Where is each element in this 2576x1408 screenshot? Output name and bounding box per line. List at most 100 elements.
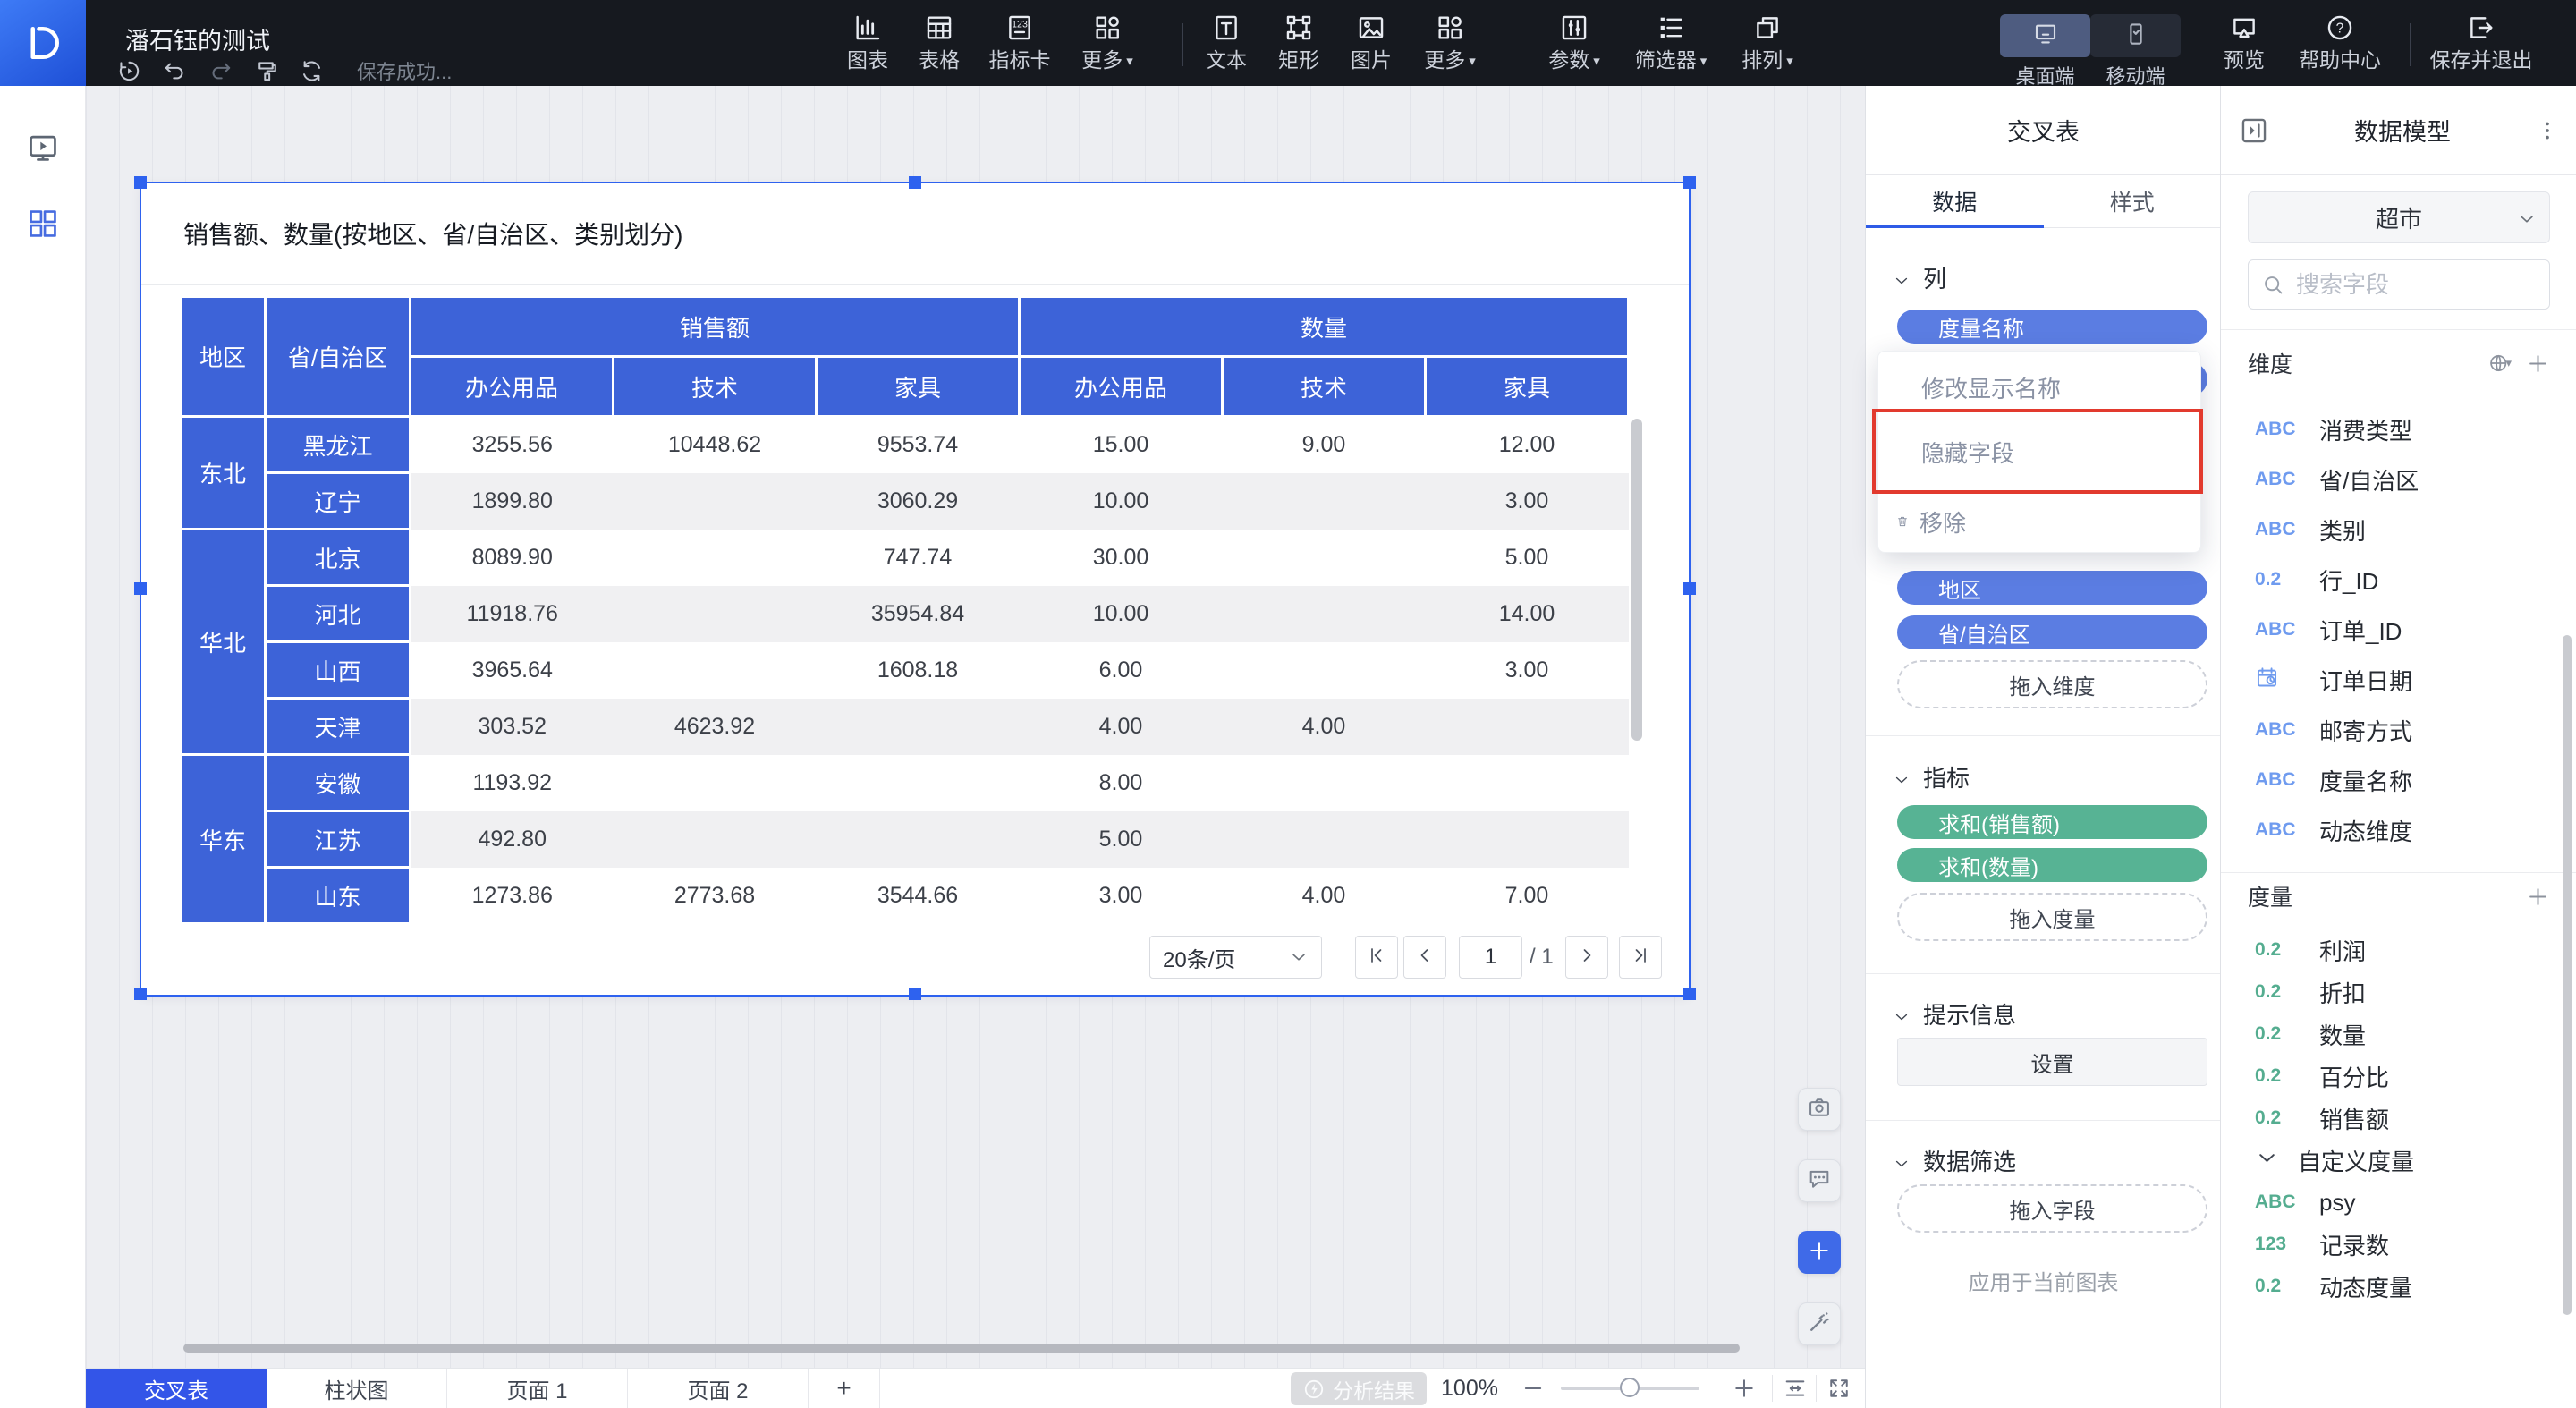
insert-table-button[interactable]: 表格: [903, 11, 975, 75]
sub-header[interactable]: 办公用品: [411, 357, 614, 417]
measure-item[interactable]: 123记录数: [2255, 1229, 2389, 1260]
province-cell[interactable]: 天津: [266, 699, 411, 755]
element-rectangle-button[interactable]: 矩形: [1262, 11, 1335, 75]
measure-item[interactable]: ABCpsy: [2255, 1187, 2355, 1217]
province-cell[interactable]: 江苏: [266, 811, 411, 868]
app-logo[interactable]: [0, 0, 86, 86]
insert-kpi-card-button[interactable]: 123指标卡: [975, 11, 1064, 75]
canvas-horizontal-scrollbar[interactable]: [183, 1344, 1740, 1353]
tab-data[interactable]: 数据: [1866, 175, 2044, 227]
save-exit-button[interactable]: 保存并退出: [2427, 11, 2536, 75]
dimension-item[interactable]: ABC度量名称: [2255, 765, 2412, 795]
table-vertical-scrollbar[interactable]: [1631, 419, 1642, 741]
pill-measure-names[interactable]: 度量名称: [1897, 310, 2207, 344]
tab-style[interactable]: 样式: [2044, 175, 2222, 227]
first-page-button[interactable]: [1355, 936, 1398, 979]
selection-handle[interactable]: [134, 176, 147, 189]
zoom-out-button[interactable]: [1521, 1376, 1546, 1401]
search-input[interactable]: [2296, 271, 2520, 299]
group-header[interactable]: 数量: [1020, 297, 1629, 357]
add-dimension-button[interactable]: [2526, 352, 2550, 376]
dimension-item[interactable]: ABC订单_ID: [2255, 615, 2402, 645]
fullscreen-button[interactable]: [1826, 1376, 1852, 1401]
pill-sum-quantity[interactable]: 求和(数量): [1897, 848, 2207, 882]
selection-handle[interactable]: [1683, 988, 1696, 1000]
control-arrange-button[interactable]: 排列▾: [1724, 11, 1810, 75]
undo-icon[interactable]: [162, 58, 188, 84]
selection-handle[interactable]: [909, 988, 921, 1000]
mobile-mode-button[interactable]: [2090, 14, 2181, 57]
insert-more-charts-button[interactable]: 更多▾: [1064, 11, 1150, 75]
control-params-button[interactable]: 参数▾: [1531, 11, 1617, 75]
desktop-mode-button[interactable]: [2000, 14, 2090, 57]
region-cell[interactable]: 东北: [181, 417, 266, 530]
format-brush-icon[interactable]: [253, 58, 279, 84]
measure-item[interactable]: 0.2折扣: [2255, 977, 2366, 1007]
dimension-item[interactable]: ABC省/自治区: [2255, 464, 2419, 495]
add-widget-button[interactable]: [1798, 1231, 1841, 1274]
drop-measure-zone[interactable]: 拖入度量: [1897, 893, 2207, 941]
sub-header[interactable]: 办公用品: [1020, 357, 1223, 417]
globe-icon[interactable]: ▾: [2487, 352, 2512, 376]
panel-scrollbar[interactable]: [2563, 635, 2572, 1315]
province-cell[interactable]: 河北: [266, 586, 411, 642]
dimension-item[interactable]: ABC动态维度: [2255, 815, 2412, 845]
measure-item[interactable]: 0.2百分比: [2255, 1061, 2389, 1091]
pages-icon[interactable]: [26, 131, 60, 165]
components-grid-icon[interactable]: [26, 207, 60, 241]
page-input[interactable]: 1: [1459, 936, 1522, 979]
metrics-section-header[interactable]: 指标: [1893, 760, 1970, 793]
element-image-button[interactable]: 图片: [1335, 11, 1407, 75]
zoom-in-button[interactable]: [1732, 1376, 1757, 1401]
drop-filter-zone[interactable]: 拖入字段: [1897, 1184, 2207, 1233]
canvas[interactable]: 销售额、数量(按地区、省/自治区、类别划分) 地区省/自治区销售额数量办公用品技…: [86, 86, 1865, 1368]
menu-item-remove[interactable]: 移除: [1878, 504, 2200, 539]
last-page-button[interactable]: [1619, 936, 1662, 979]
pill-province[interactable]: 省/自治区: [1897, 615, 2207, 649]
prev-page-button[interactable]: [1403, 936, 1446, 979]
sheet-tab-2[interactable]: 柱状图: [267, 1369, 447, 1408]
kebab-menu-icon[interactable]: [2536, 119, 2559, 142]
element-text-button[interactable]: 文本: [1191, 11, 1262, 75]
province-cell[interactable]: 山东: [266, 868, 411, 924]
dimension-item[interactable]: ABC消费类型: [2255, 414, 2412, 445]
province-cell[interactable]: 安徽: [266, 755, 411, 811]
control-filter-button[interactable]: 筛选器▾: [1617, 11, 1724, 75]
sub-header[interactable]: 技术: [614, 357, 817, 417]
filter-section-header[interactable]: 数据筛选: [1893, 1144, 2016, 1176]
tooltip-section-header[interactable]: 提示信息: [1893, 997, 2016, 1030]
measure-item[interactable]: 0.2销售额: [2255, 1103, 2389, 1133]
element-more-elements-button[interactable]: 更多▾: [1407, 11, 1493, 75]
collapse-panel-icon[interactable]: [2239, 115, 2269, 146]
corner-header[interactable]: 地区: [181, 297, 266, 417]
add-sheet-button[interactable]: +: [809, 1369, 880, 1408]
sub-header[interactable]: 家具: [1426, 357, 1629, 417]
columns-section-header[interactable]: 列: [1893, 261, 1946, 293]
dataset-select[interactable]: 超市: [2248, 191, 2550, 243]
measure-item[interactable]: 自定义度量: [2255, 1145, 2414, 1175]
region-cell[interactable]: 华东: [181, 755, 266, 924]
redo-icon[interactable]: [208, 58, 233, 84]
zoom-slider-knob[interactable]: [1620, 1378, 1640, 1397]
sheet-tab-1[interactable]: 交叉表: [86, 1369, 267, 1408]
dimension-item[interactable]: 订单日期: [2255, 665, 2412, 695]
measure-item[interactable]: 0.2利润: [2255, 935, 2366, 965]
dimension-item[interactable]: ABC类别: [2255, 514, 2366, 545]
selection-handle[interactable]: [134, 988, 147, 1000]
selected-cross-table-widget[interactable]: 销售额、数量(按地区、省/自治区、类别划分) 地区省/自治区销售额数量办公用品技…: [141, 183, 1689, 995]
province-cell[interactable]: 辽宁: [266, 473, 411, 530]
refresh-icon[interactable]: [299, 58, 325, 84]
sub-header[interactable]: 技术: [1223, 357, 1426, 417]
sheet-tab-3[interactable]: 页面 1: [447, 1369, 628, 1408]
menu-item-rename[interactable]: 修改显示名称: [1878, 369, 2200, 405]
measure-item[interactable]: 0.2数量: [2255, 1019, 2366, 1049]
dimension-item[interactable]: 0.2行_ID: [2255, 564, 2378, 595]
sub-header[interactable]: 家具: [817, 357, 1020, 417]
dimension-item[interactable]: ABC邮寄方式: [2255, 715, 2412, 745]
drop-dimension-zone[interactable]: 拖入维度: [1897, 660, 2207, 708]
selection-handle[interactable]: [1683, 582, 1696, 595]
comment-button[interactable]: [1798, 1159, 1841, 1202]
fit-width-button[interactable]: [1783, 1376, 1808, 1401]
field-search-box[interactable]: [2248, 259, 2550, 310]
measure-item[interactable]: 0.2动态度量: [2255, 1271, 2412, 1302]
